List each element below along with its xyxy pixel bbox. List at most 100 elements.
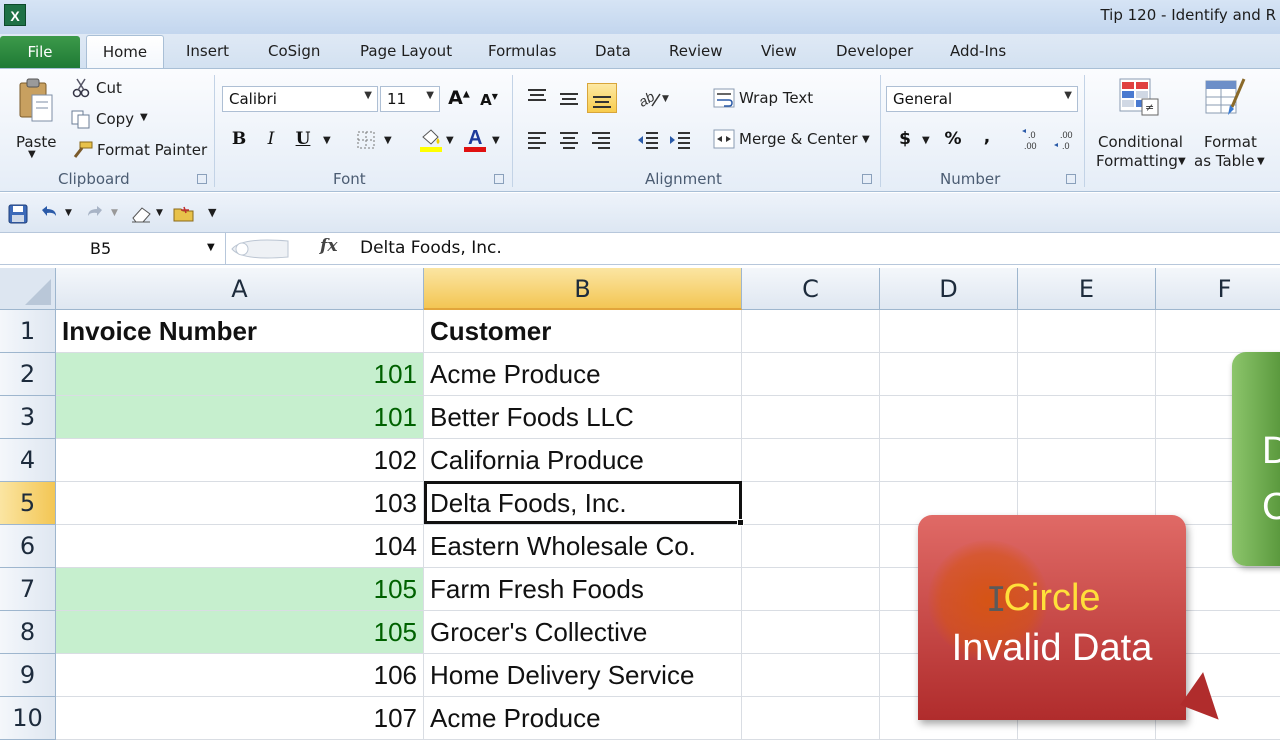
tab-page-layout[interactable]: Page Layout [360,42,452,60]
cell-b9[interactable]: Home Delivery Service [424,654,742,697]
undo-dropdown-icon[interactable]: ▼ [65,208,72,218]
tab-review[interactable]: Review [669,42,723,60]
decrease-decimal-icon[interactable]: .00.0 [1052,127,1078,153]
cell-a7[interactable]: 105 [56,568,424,611]
font-color-dropdown-icon[interactable]: ▼ [492,135,500,146]
cell-b4[interactable]: California Produce [424,439,742,482]
cell-c2[interactable] [742,353,880,396]
cell-b7[interactable]: Farm Fresh Foods [424,568,742,611]
cell-b1[interactable]: Customer [424,310,742,353]
cell-d1[interactable] [880,310,1018,353]
number-format-combo[interactable]: General ▼ [886,86,1078,112]
format-as-table-button[interactable]: Format as Table ▼ [1192,75,1272,170]
grow-font-icon[interactable]: A▲ [448,87,470,109]
tab-view[interactable]: View [761,42,797,60]
borders-dropdown-icon[interactable]: ▼ [384,135,392,146]
undo-icon[interactable] [38,204,60,224]
row-header-4[interactable]: 4 [0,439,56,482]
cell-c3[interactable] [742,396,880,439]
cut-button[interactable]: Cut [70,77,150,101]
redo-icon[interactable] [84,204,106,224]
column-header-a[interactable]: A [56,268,424,310]
tab-developer[interactable]: Developer [836,42,913,60]
chevron-down-icon[interactable]: ▼ [207,242,215,253]
row-header-9[interactable]: 9 [0,654,56,697]
merge-dropdown-icon[interactable]: ▼ [862,134,870,145]
row-header-5[interactable]: 5 [0,482,56,525]
font-name-combo[interactable]: Calibri ▼ [222,86,378,112]
cell-a6[interactable]: 104 [56,525,424,568]
formula-input[interactable]: Delta Foods, Inc. [360,238,502,258]
cell-e3[interactable] [1018,396,1156,439]
alignment-dialog-launcher-icon[interactable] [862,174,872,184]
eraser-dropdown-icon[interactable]: ▼ [156,208,163,218]
fill-color-dropdown-icon[interactable]: ▼ [446,135,454,146]
currency-button[interactable]: $ [894,129,916,149]
tab-formulas[interactable]: Formulas [488,42,556,60]
cell-d4[interactable] [880,439,1018,482]
cell-c1[interactable] [742,310,880,353]
font-color-icon[interactable]: A [462,125,488,153]
row-header-8[interactable]: 8 [0,611,56,654]
decrease-indent-icon[interactable] [636,129,660,151]
cell-c7[interactable] [742,568,880,611]
row-header-10[interactable]: 10 [0,697,56,740]
row-header-6[interactable]: 6 [0,525,56,568]
cell-e2[interactable] [1018,353,1156,396]
cell-c6[interactable] [742,525,880,568]
cell-b6[interactable]: Eastern Wholesale Co. [424,525,742,568]
column-header-b[interactable]: B [424,268,742,310]
customize-qat-icon[interactable]: ▼ [208,206,216,219]
tab-addins[interactable]: Add-Ins [950,42,1006,60]
comma-button[interactable]: , [976,127,998,147]
orientation-icon[interactable]: ab ▼ [636,86,670,110]
conditional-formatting-button[interactable]: ≠ Conditional Formatting ▼ [1094,75,1188,170]
paste-dropdown-icon[interactable]: ▼ [28,149,36,160]
align-bottom-button[interactable] [587,83,617,113]
row-header-3[interactable]: 3 [0,396,56,439]
column-header-e[interactable]: E [1018,268,1156,310]
cell-a5[interactable]: 103 [56,482,424,525]
cell-f1[interactable] [1156,310,1280,353]
cell-a1[interactable]: Invoice Number [56,310,424,353]
name-box[interactable]: B5 ▼ [0,233,226,264]
tab-insert[interactable]: Insert [186,42,229,60]
font-size-combo[interactable]: 11 ▼ [380,86,440,112]
formula-bar-handle-icon[interactable] [230,237,290,261]
borders-icon[interactable] [356,130,378,150]
underline-button[interactable]: U [292,129,314,149]
wrap-text-button[interactable]: Wrap Text [710,86,820,110]
cell-a9[interactable]: 106 [56,654,424,697]
increase-indent-icon[interactable] [668,129,692,151]
row-header-7[interactable]: 7 [0,568,56,611]
cell-a4[interactable]: 102 [56,439,424,482]
italic-button[interactable]: I [260,129,282,149]
row-header-1[interactable]: 1 [0,310,56,353]
column-header-c[interactable]: C [742,268,880,310]
cell-e1[interactable] [1018,310,1156,353]
cell-c10[interactable] [742,697,880,740]
cell-b10[interactable]: Acme Produce [424,697,742,740]
row-header-2[interactable]: 2 [0,353,56,396]
copy-button[interactable]: Copy ▼ [68,108,158,132]
tab-cosign[interactable]: CoSign [268,42,320,60]
tab-home[interactable]: Home [86,35,164,69]
align-center-icon[interactable] [558,129,580,151]
increase-decimal-icon[interactable]: .0.00 [1020,127,1046,153]
cell-a3[interactable]: 101 [56,396,424,439]
currency-dropdown-icon[interactable]: ▼ [922,135,930,146]
cell-a8[interactable]: 105 [56,611,424,654]
cell-b8[interactable]: Grocer's Collective [424,611,742,654]
align-left-icon[interactable] [526,129,548,151]
align-top-icon[interactable] [526,87,548,109]
underline-dropdown-icon[interactable]: ▼ [323,135,331,146]
cell-c5[interactable] [742,482,880,525]
redo-dropdown-icon[interactable]: ▼ [111,208,118,218]
cell-a2[interactable]: 101 [56,353,424,396]
cell-b3[interactable]: Better Foods LLC [424,396,742,439]
align-right-icon[interactable] [590,129,612,151]
insert-function-button[interactable]: fx [320,236,337,256]
paste-button[interactable]: Paste ▼ [10,75,62,167]
font-dialog-launcher-icon[interactable] [494,174,504,184]
tab-file[interactable]: File [0,36,80,68]
